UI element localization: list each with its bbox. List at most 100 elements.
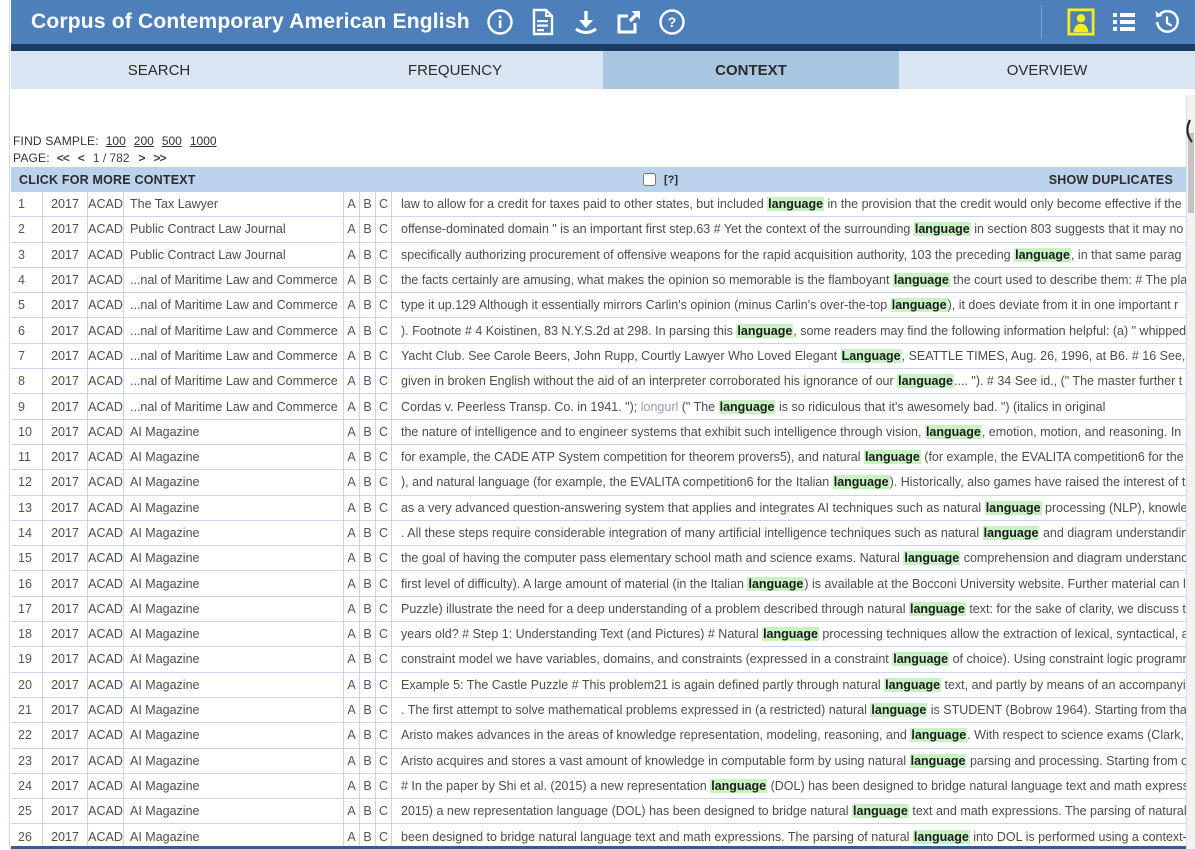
info-icon[interactable] <box>486 8 514 36</box>
context-link-c[interactable]: C <box>376 546 392 570</box>
sample-size-link-1000[interactable]: 1000 <box>190 134 217 148</box>
context-link-a[interactable]: A <box>344 470 360 494</box>
context-link-c[interactable]: C <box>376 673 392 697</box>
source-link[interactable]: ...nal of Maritime Law and Commerce <box>124 318 344 342</box>
source-link[interactable]: AI Magazine <box>124 799 344 823</box>
source-link[interactable]: AI Magazine <box>124 546 344 570</box>
context-link-c[interactable]: C <box>376 622 392 646</box>
kwic-text[interactable]: given in broken English without the aid … <box>392 369 1195 393</box>
last-page-button[interactable]: >> <box>154 151 166 165</box>
source-link[interactable]: The Tax Lawyer <box>124 192 344 216</box>
scrollbar-thumb[interactable] <box>1188 133 1194 213</box>
context-link-a[interactable]: A <box>344 369 360 393</box>
context-link-b[interactable]: B <box>360 192 376 216</box>
source-link[interactable]: AI Magazine <box>124 673 344 697</box>
kwic-text[interactable]: . All these steps require considerable i… <box>392 521 1195 545</box>
context-link-c[interactable]: C <box>376 369 392 393</box>
sample-size-link-200[interactable]: 200 <box>134 134 154 148</box>
genre-link[interactable]: ACAD <box>88 192 124 216</box>
first-page-button[interactable]: << <box>57 151 69 165</box>
kwic-text[interactable]: as a very advanced question-answering sy… <box>392 496 1195 520</box>
genre-link[interactable]: ACAD <box>88 420 124 444</box>
context-link-b[interactable]: B <box>360 445 376 469</box>
context-link-c[interactable]: C <box>376 243 392 267</box>
sample-size-link-500[interactable]: 500 <box>162 134 182 148</box>
context-link-a[interactable]: A <box>344 293 360 317</box>
context-link-a[interactable]: A <box>344 394 360 418</box>
source-link[interactable]: ...nal of Maritime Law and Commerce <box>124 344 344 368</box>
kwic-text[interactable]: law to allow for a credit for taxes paid… <box>392 192 1195 216</box>
context-link-a[interactable]: A <box>344 571 360 595</box>
genre-link[interactable]: ACAD <box>88 647 124 671</box>
context-link-b[interactable]: B <box>360 420 376 444</box>
context-link-c[interactable]: C <box>376 496 392 520</box>
source-link[interactable]: ...nal of Maritime Law and Commerce <box>124 369 344 393</box>
genre-link[interactable]: ACAD <box>88 571 124 595</box>
context-link-c[interactable]: C <box>376 597 392 621</box>
user-icon[interactable] <box>1067 8 1095 36</box>
context-link-a[interactable]: A <box>344 723 360 747</box>
context-link-c[interactable]: C <box>376 217 392 241</box>
context-link-c[interactable]: C <box>376 192 392 216</box>
context-link-b[interactable]: B <box>360 673 376 697</box>
source-link[interactable]: AI Magazine <box>124 698 344 722</box>
context-link-a[interactable]: A <box>344 799 360 823</box>
list-icon[interactable] <box>1110 8 1138 36</box>
kwic-text[interactable]: Example 5: The Castle Puzzle # This prob… <box>392 673 1195 697</box>
source-link[interactable]: Public Contract Law Journal <box>124 243 344 267</box>
source-link[interactable]: AI Magazine <box>124 597 344 621</box>
kwic-text[interactable]: constraint model we have variables, doma… <box>392 647 1195 671</box>
source-link[interactable]: AI Magazine <box>124 622 344 646</box>
context-link-a[interactable]: A <box>344 774 360 798</box>
context-link-b[interactable]: B <box>360 546 376 570</box>
context-link-c[interactable]: C <box>376 723 392 747</box>
kwic-text[interactable]: # In the paper by Shi et al. (2015) a ne… <box>392 774 1195 798</box>
kwic-text[interactable]: . The first attempt to solve mathematica… <box>392 698 1195 722</box>
kwic-text[interactable]: for example, the CADE ATP System competi… <box>392 445 1195 469</box>
context-link-b[interactable]: B <box>360 344 376 368</box>
context-link-c[interactable]: C <box>376 774 392 798</box>
genre-link[interactable]: ACAD <box>88 243 124 267</box>
source-link[interactable]: Public Contract Law Journal <box>124 217 344 241</box>
context-link-c[interactable]: C <box>376 521 392 545</box>
kwic-text[interactable]: Puzzle) illustrate the need for a deep u… <box>392 597 1195 621</box>
kwic-text[interactable]: the goal of having the computer pass ele… <box>392 546 1195 570</box>
genre-link[interactable]: ACAD <box>88 546 124 570</box>
tab-frequency[interactable]: FREQUENCY <box>307 51 603 89</box>
context-link-b[interactable]: B <box>360 774 376 798</box>
genre-link[interactable]: ACAD <box>88 318 124 342</box>
genre-link[interactable]: ACAD <box>88 293 124 317</box>
source-link[interactable]: ...nal of Maritime Law and Commerce <box>124 293 344 317</box>
genre-link[interactable]: ACAD <box>88 799 124 823</box>
kwic-text[interactable]: first level of difficulty). A large amou… <box>392 571 1195 595</box>
genre-link[interactable]: ACAD <box>88 597 124 621</box>
genre-link[interactable]: ACAD <box>88 622 124 646</box>
genre-link[interactable]: ACAD <box>88 774 124 798</box>
context-link-c[interactable]: C <box>376 394 392 418</box>
context-link-c[interactable]: C <box>376 420 392 444</box>
source-link[interactable]: AI Magazine <box>124 470 344 494</box>
context-link-b[interactable]: B <box>360 597 376 621</box>
context-link-b[interactable]: B <box>360 521 376 545</box>
context-link-a[interactable]: A <box>344 420 360 444</box>
prev-page-button[interactable]: < <box>78 151 84 165</box>
kwic-text[interactable]: Aristo acquires and stores a vast amount… <box>392 749 1195 773</box>
download-icon[interactable] <box>572 8 600 36</box>
kwic-text[interactable]: 2015) a new representation language (DOL… <box>392 799 1195 823</box>
kwic-text[interactable]: offense-dominated domain " is an importa… <box>392 217 1195 241</box>
document-icon[interactable] <box>529 8 557 36</box>
kwic-text[interactable]: years old? # Step 1: Understanding Text … <box>392 622 1195 646</box>
context-link-c[interactable]: C <box>376 344 392 368</box>
source-link[interactable]: AI Magazine <box>124 521 344 545</box>
context-link-b[interactable]: B <box>360 571 376 595</box>
genre-link[interactable]: ACAD <box>88 496 124 520</box>
genre-link[interactable]: ACAD <box>88 268 124 292</box>
tab-overview[interactable]: OVERVIEW <box>899 51 1195 89</box>
context-link-a[interactable]: A <box>344 192 360 216</box>
kwic-text[interactable]: type it up.129 Although it essentially m… <box>392 293 1195 317</box>
context-link-c[interactable]: C <box>376 571 392 595</box>
context-link-a[interactable]: A <box>344 496 360 520</box>
context-link-c[interactable]: C <box>376 293 392 317</box>
history-icon[interactable] <box>1153 8 1181 36</box>
kwic-text[interactable]: ). Footnote # 4 Koistinen, 83 N.Y.S.2d a… <box>392 318 1195 342</box>
